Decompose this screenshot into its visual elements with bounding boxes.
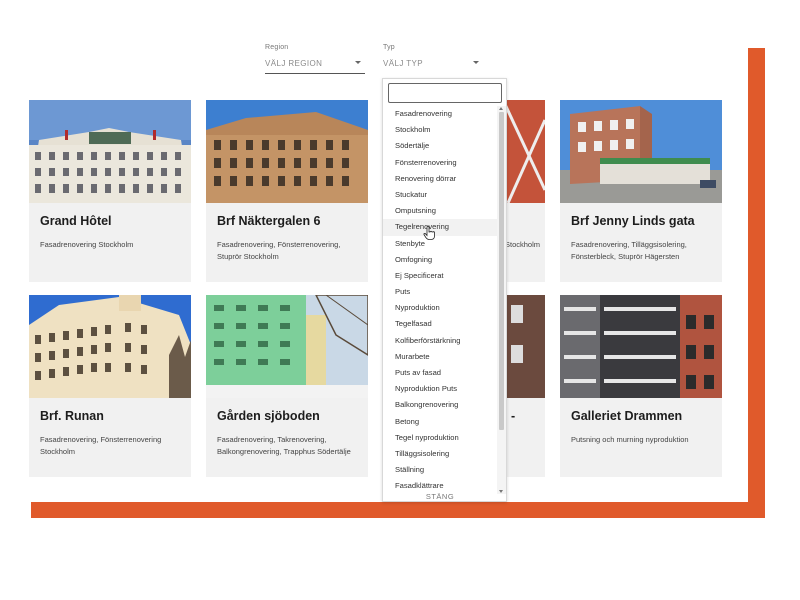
region-filter-label: Region [265,44,289,51]
hand-pointer-icon [423,226,435,240]
dropdown-option[interactable]: Balkongrenovering [383,397,497,413]
type-select[interactable]: VÄLJ TYP [383,59,483,74]
dropdown-search-input[interactable] [388,83,502,103]
runan-photo [29,295,191,398]
scrollbar-thumb[interactable] [499,112,504,430]
card-title: Gården sjöboden [217,409,320,423]
dropdown-scrollbar[interactable] [497,106,506,494]
decorative-frame-bottom [31,502,765,518]
type-select-value: VÄLJ TYP [383,59,423,68]
dropdown-option[interactable]: Nyproduktion Puts [383,381,497,397]
dropdown-option[interactable]: Puts [383,284,497,300]
scroll-down-icon[interactable] [499,490,503,493]
scroll-up-icon[interactable] [499,107,503,110]
type-filter[interactable]: Typ VÄLJ TYP [383,44,483,74]
dropdown-option[interactable]: Stockholm [383,122,497,138]
card-title: Grand Hôtel [40,214,112,228]
dropdown-option[interactable]: Ställning [383,462,497,478]
chevron-down-icon [355,61,361,64]
dropdown-option[interactable]: Puts av fasad [383,365,497,381]
region-select-value: VÄLJ REGION [265,59,323,68]
region-select[interactable]: VÄLJ REGION [265,59,365,74]
dropdown-option[interactable]: Murarbete [383,349,497,365]
dropdown-option[interactable]: Omfogning [383,252,497,268]
project-card[interactable]: Galleriet Drammen Putsning och murning n… [560,295,722,477]
brick-building-photo [206,100,368,203]
dropdown-option[interactable]: Omputsning [383,203,497,219]
dropdown-option[interactable]: Fasadrenovering [383,106,497,122]
dropdown-option[interactable]: Kolfiberförstärkning [383,333,497,349]
card-description: Fasadrenovering, Fönsterrenovering Stock… [40,435,162,456]
project-card[interactable]: Brf Jenny Linds gata Fasadrenovering, Ti… [560,100,722,282]
project-card[interactable]: Gården sjöboden Fasadrenovering, Takreno… [206,295,368,477]
project-card[interactable]: Brf. Runan Fasadrenovering, Fönsterrenov… [29,295,191,477]
card-title: Brf. Runan [40,409,104,423]
green-building-photo [206,295,368,398]
decorative-frame-right [748,48,765,518]
dropdown-option[interactable]: Renovering dörrar [383,171,497,187]
dropdown-option[interactable]: Nyproduktion [383,300,497,316]
dropdown-option[interactable]: Tegelrenovering [383,219,497,236]
dropdown-option[interactable]: Stuckatur [383,187,497,203]
card-description: Putsning och murning nyproduktion [571,435,689,444]
close-dropdown-button[interactable]: STÄNG [383,492,497,501]
card-title: Brf Jenny Linds gata [571,214,695,228]
dropdown-option[interactable]: Betong [383,414,497,430]
project-card[interactable]: Grand Hôtel Fasadrenovering Stockholm [29,100,191,282]
dropdown-option[interactable]: Ej Specificerat [383,268,497,284]
grand-hotel-photo [29,100,191,203]
chevron-down-icon [473,61,479,64]
region-filter[interactable]: Region VÄLJ REGION [265,44,365,74]
galleriet-photo [560,295,722,398]
type-dropdown-menu[interactable]: Fasadrenovering Stockholm Södertälje Fönste… [382,78,507,502]
dropdown-option[interactable]: Tegelfasad [383,316,497,332]
card-description: Fasadrenovering, Tilläggsisolering, Föns… [571,240,687,261]
card-title: Brf Näktergalen 6 [217,214,321,228]
card-description: Fasadrenovering, Takrenovering, Balkongr… [217,435,351,456]
dropdown-options-list[interactable]: Fasadrenovering Stockholm Södertälje Fönste… [383,106,497,495]
dropdown-option[interactable]: Tilläggsisolering [383,446,497,462]
dropdown-option[interactable]: Stenbyte [383,236,497,252]
dropdown-option[interactable]: Tegel nyproduktion [383,430,497,446]
card-description: Fasadrenovering, Fönsterrenovering, Stup… [217,240,341,261]
card-description: Fasadrenovering Stockholm [40,240,134,249]
dropdown-option[interactable]: Södertälje [383,138,497,154]
card-title: Galleriet Drammen [571,409,683,423]
type-filter-label: Typ [383,44,395,51]
project-card[interactable]: Brf Näktergalen 6 Fasadrenovering, Fönst… [206,100,368,282]
jenny-linds-photo [560,100,722,203]
dropdown-option[interactable]: Fönsterrenovering [383,155,497,171]
